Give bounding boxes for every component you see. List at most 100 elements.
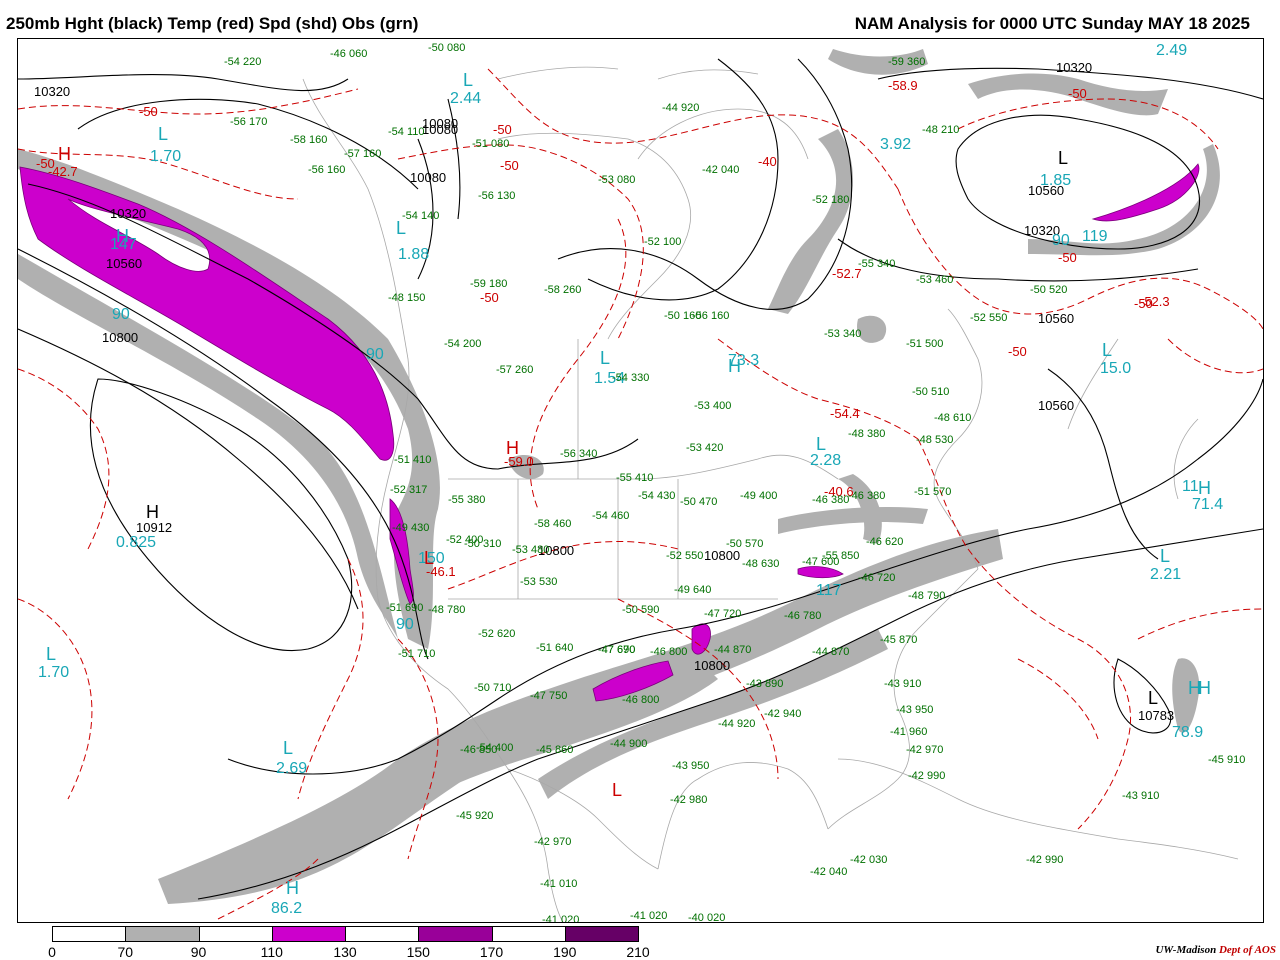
station-observation: -43 950: [672, 760, 710, 772]
station-observation: -58 460: [534, 518, 572, 530]
legend-swatch: [491, 926, 566, 942]
height-label: 10560: [1038, 398, 1075, 413]
temperature-label: -50: [1008, 344, 1027, 359]
station-observation: -51 570: [914, 486, 952, 498]
station-observation: -43 910: [1122, 790, 1160, 802]
station-observation: -51 710: [398, 648, 436, 660]
temperature-label: -50: [480, 290, 499, 305]
station-observation: -58 260: [544, 284, 582, 296]
station-observation: -57 160: [344, 148, 382, 160]
pressure-center-label: H: [146, 502, 159, 522]
legend-label: 0: [48, 944, 56, 960]
station-observation: -49 430: [392, 522, 430, 534]
station-observation: -42 040: [810, 866, 848, 878]
legend-swatch: [125, 926, 200, 942]
speed-label: 117: [816, 582, 842, 599]
legend-label: 90: [190, 944, 207, 960]
station-observation: -53 480: [512, 544, 550, 556]
station-observation: -47 670: [598, 644, 636, 656]
station-observation: -55 340: [858, 258, 896, 270]
station-observation: -51 640: [536, 642, 574, 654]
station-observation: -48 630: [742, 558, 780, 570]
station-observation: -52 620: [478, 628, 516, 640]
station-observation: -53 400: [694, 400, 732, 412]
pressure-center-label: L: [424, 548, 435, 568]
speed-label: 3.92: [880, 136, 912, 153]
pressure-center-label: L: [600, 348, 611, 368]
height-label: 10320: [110, 206, 147, 221]
station-observation: -55 850: [822, 550, 860, 562]
temperature-label: -50: [1058, 250, 1077, 265]
station-observation: -50 310: [464, 538, 502, 550]
speed-label: 71.4: [1192, 496, 1224, 513]
station-observation: -45 860: [536, 744, 574, 756]
station-observation: -44 900: [610, 738, 648, 750]
pressure-center-label: L: [46, 644, 57, 664]
station-observation: -54 140: [402, 210, 440, 222]
weather-map[interactable]: 10320 10080 10080 10080 10320 10560 10800 10912…: [17, 38, 1264, 923]
pressure-center-label: L: [816, 434, 827, 454]
pressure-center-label: L: [1102, 340, 1113, 360]
pressure-center-label: L: [1058, 148, 1069, 168]
pressure-center-label: H: [286, 878, 299, 898]
station-observation: -43 890: [746, 678, 784, 690]
station-observation: -52 180: [812, 194, 850, 206]
station-observation: -45 870: [880, 634, 918, 646]
station-observation: -54 330: [612, 372, 650, 384]
height-label: 10800: [704, 548, 741, 563]
station-observation: -52 550: [666, 550, 704, 562]
temperature-label: -54.4: [830, 406, 860, 421]
station-observation: -45 910: [1208, 754, 1246, 766]
legend-swatch: [418, 926, 493, 942]
station-observation: -42 970: [534, 836, 572, 848]
height-label: 10560: [106, 256, 143, 271]
station-observation: -59 360: [888, 56, 926, 68]
station-observation: -50 590: [622, 604, 660, 616]
station-observation: -58 160: [290, 134, 328, 146]
speed-legend: 0 70 90 110 130 150 170 190 210: [48, 926, 650, 960]
station-observation: -52 550: [970, 312, 1008, 324]
pressure-center-label: L: [612, 780, 623, 800]
station-observation: -51 690: [386, 602, 424, 614]
station-observation: -53 080: [598, 174, 636, 186]
station-observation: -46 800: [622, 694, 660, 706]
station-observation: -55 380: [448, 494, 486, 506]
legend-label: 130: [333, 944, 357, 960]
station-observation: -46 800: [650, 646, 688, 658]
height-label: 10320: [34, 84, 71, 99]
height-label: 10080: [422, 122, 459, 137]
station-observation: -41 960: [890, 726, 928, 738]
map-title: 250mb Hght (black) Temp (red) Spd (shd) …: [6, 14, 419, 33]
speed-label: 90: [112, 306, 130, 323]
height-label: 10800: [102, 330, 139, 345]
station-observation: -48 380: [848, 428, 886, 440]
pressure-center-label: L: [1148, 688, 1159, 708]
pressure-center-label: H: [728, 356, 741, 376]
station-observation: -47 720: [704, 608, 742, 620]
station-observation: -41 010: [540, 878, 578, 890]
station-observation: -54 110: [388, 126, 425, 138]
station-observation: -42 040: [702, 164, 740, 176]
speed-label: 90: [1052, 232, 1070, 249]
legend-swatch: [271, 926, 346, 942]
speed-label: 119: [1082, 228, 1108, 245]
legend-swatch: [345, 926, 420, 942]
legend-label: 170: [479, 944, 504, 960]
station-observation: -56 170: [230, 116, 268, 128]
speed-label: 2.21: [1150, 566, 1182, 583]
legend-label: 150: [406, 944, 430, 960]
speed-label: 2.28: [810, 452, 842, 469]
legend-label: 190: [553, 944, 577, 960]
station-observation: -54 430: [638, 490, 676, 502]
speed-label: 90: [396, 616, 414, 633]
station-observation: -54 220: [224, 56, 262, 68]
pressure-center-label: H: [506, 438, 519, 458]
height-label: 10783: [1138, 708, 1175, 723]
station-observation: -56 130: [478, 190, 516, 202]
station-observation: -46 380: [848, 490, 886, 502]
station-observation: -54 400: [476, 742, 514, 754]
station-observation: -41 020: [630, 910, 668, 922]
station-observation: -48 210: [922, 124, 960, 136]
station-observation: -50 470: [680, 496, 718, 508]
temperature-label: -40: [758, 154, 777, 169]
